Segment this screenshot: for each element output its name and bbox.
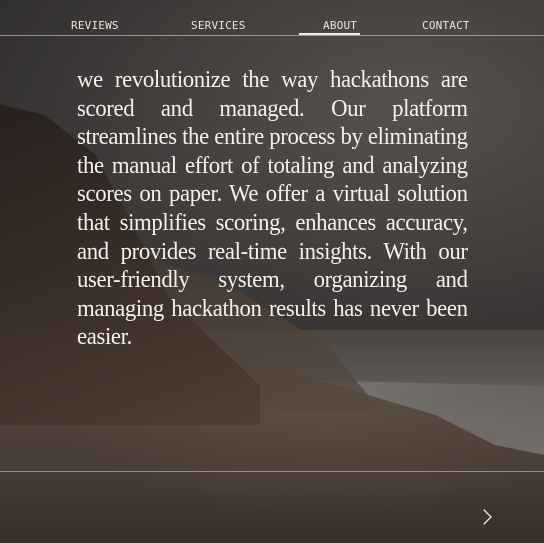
nav-item-services[interactable]: SERVICES bbox=[191, 19, 246, 32]
top-navigation: REVIEWS SERVICES ABOUT CONTACT bbox=[0, 0, 544, 36]
active-tab-indicator bbox=[299, 33, 360, 35]
section-divider bbox=[0, 471, 544, 472]
nav-item-reviews[interactable]: REVIEWS bbox=[71, 19, 119, 32]
nav-item-contact[interactable]: CONTACT bbox=[422, 19, 470, 32]
about-description: we revolutionize the way hackathons are … bbox=[77, 66, 468, 351]
nav-item-about[interactable]: ABOUT bbox=[323, 19, 357, 32]
chevron-right-icon[interactable] bbox=[478, 506, 498, 528]
